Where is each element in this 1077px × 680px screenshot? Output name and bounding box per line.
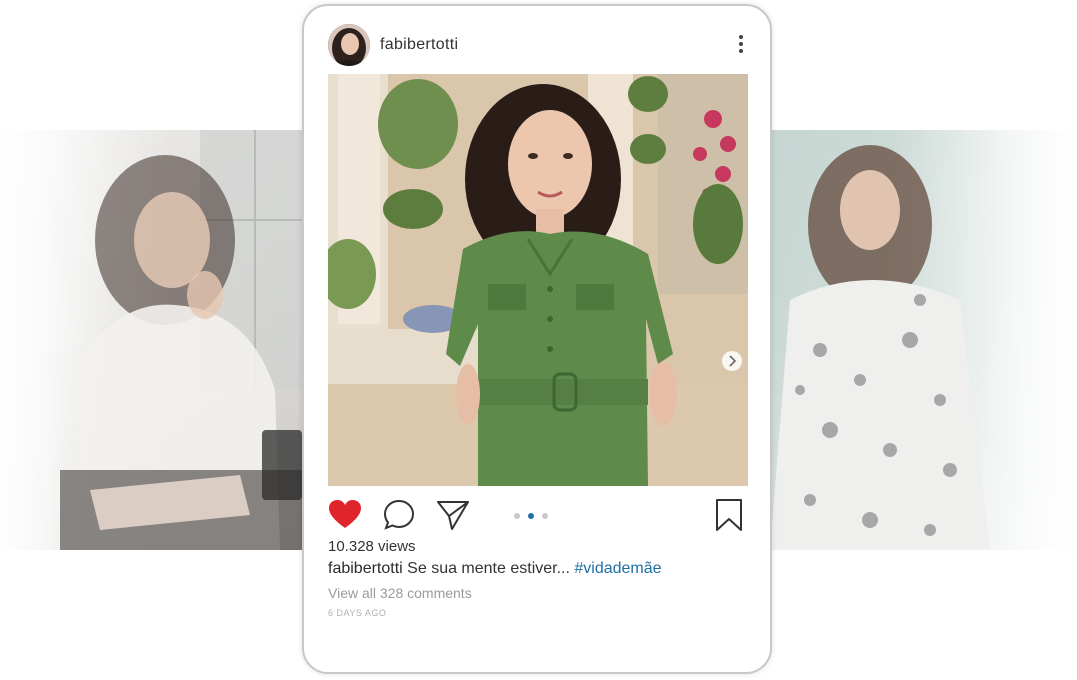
caption-username[interactable]: fabibertotti [328, 560, 403, 577]
side-photo-right [770, 130, 1077, 550]
carousel-dot-active [528, 513, 534, 519]
carousel-indicator [514, 513, 556, 521]
post-header: fabibertotti [328, 24, 748, 68]
post-username[interactable]: fabibertotti [380, 36, 458, 54]
post-card: fabibertotti 10.328 views fabibertotti S… [302, 4, 772, 674]
post-caption: fabibertotti Se sua mente estiver... #vi… [328, 560, 662, 578]
post-image[interactable] [328, 74, 748, 486]
side-photo-left [0, 130, 310, 550]
avatar[interactable] [328, 24, 370, 66]
view-comments-link[interactable]: View all 328 comments [328, 585, 472, 601]
view-count: 10.328 views [328, 538, 416, 555]
instagram-post-showcase: fabibertotti 10.328 views fabibertotti S… [0, 0, 1077, 680]
comment-bubble-icon[interactable] [382, 498, 416, 532]
heart-filled-icon[interactable] [328, 498, 362, 532]
post-actions [328, 498, 748, 534]
more-options-icon[interactable] [734, 32, 748, 58]
post-timestamp: 6 DAYS AGO [328, 608, 387, 618]
caption-text: Se sua mente estiver... [407, 560, 570, 577]
bookmark-icon[interactable] [712, 498, 746, 532]
carousel-dot [542, 513, 548, 519]
carousel-dot [514, 513, 520, 519]
next-image-chevron-icon[interactable] [722, 351, 742, 371]
caption-hashtag[interactable]: #vidademãe [574, 560, 661, 577]
paper-plane-icon[interactable] [436, 498, 470, 532]
